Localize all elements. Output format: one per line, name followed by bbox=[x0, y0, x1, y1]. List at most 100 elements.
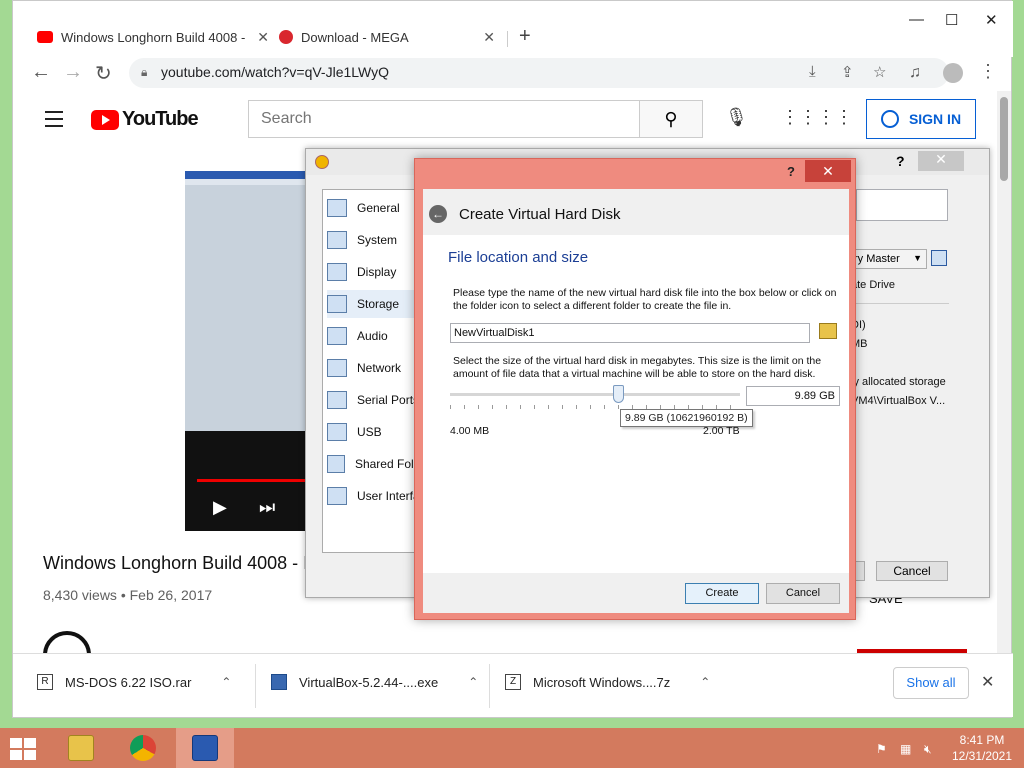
category-label: Display bbox=[357, 265, 397, 279]
folder-icon[interactable] bbox=[819, 323, 837, 339]
disk-chooser-icon[interactable] bbox=[931, 250, 947, 266]
cancel-button[interactable]: Cancel bbox=[766, 583, 840, 604]
sign-in-button[interactable]: SIGN IN bbox=[866, 99, 976, 139]
download-item[interactable]: VirtualBox-5.2.44-....exe ⌃ bbox=[271, 674, 478, 690]
forward-arrow-icon[interactable]: → bbox=[63, 61, 83, 84]
create-disk-dialog: ? ✕ ← Create Virtual Hard Disk File loca… bbox=[414, 158, 856, 620]
tab-close-icon[interactable]: ✕ bbox=[483, 29, 495, 46]
size-slider-handle[interactable] bbox=[613, 385, 624, 403]
hamburger-menu-icon[interactable] bbox=[45, 111, 63, 132]
help-icon[interactable]: ? bbox=[787, 164, 795, 179]
rar-file-icon: R bbox=[37, 674, 53, 690]
volume-muted-icon[interactable]: 🔇︎ bbox=[924, 742, 932, 757]
download-item[interactable]: R MS-DOS 6.22 ISO.rar ⌃ bbox=[37, 674, 231, 690]
tab-title: Download - MEGA bbox=[301, 29, 409, 45]
windows-start-icon[interactable] bbox=[10, 738, 38, 760]
wizard-page: File location and size Please type the n… bbox=[423, 235, 849, 573]
back-arrow-icon[interactable]: ← bbox=[429, 205, 447, 223]
close-icon[interactable]: ✕ bbox=[805, 160, 851, 182]
reload-icon[interactable]: ↻ bbox=[95, 61, 112, 86]
dialog-body: ← Create Virtual Hard Disk File location… bbox=[423, 189, 849, 613]
video-title: Windows Longhorn Build 4008 - I bbox=[43, 553, 309, 573]
lock-icon: 🔒︎ bbox=[141, 65, 148, 79]
vbox-settings-icon bbox=[315, 155, 329, 169]
chrome-menu-icon[interactable]: ⋮ bbox=[979, 61, 997, 82]
window-close-icon[interactable]: ✕ bbox=[985, 11, 998, 29]
chrome-icon bbox=[130, 735, 156, 761]
network-icon[interactable]: ▦ bbox=[900, 742, 911, 756]
new-tab-button[interactable]: + bbox=[519, 25, 531, 48]
apps-grid-icon[interactable]: ⋮⋮⋮ bbox=[781, 107, 835, 128]
youtube-play-icon bbox=[91, 109, 119, 130]
tab-youtube[interactable]: Windows Longhorn Build 4008 - ✕ bbox=[37, 23, 269, 51]
profile-avatar-icon[interactable] bbox=[943, 63, 963, 83]
close-icon[interactable]: ✕ bbox=[918, 151, 964, 171]
back-arrow-icon[interactable]: ← bbox=[31, 61, 51, 84]
video-frame bbox=[185, 171, 315, 431]
min-size-label: 4.00 MB bbox=[450, 425, 490, 437]
chevron-up-icon[interactable]: ⌃ bbox=[468, 675, 478, 689]
video-progress-bar[interactable] bbox=[197, 479, 315, 482]
channel-avatar[interactable] bbox=[43, 631, 91, 653]
media-control-icon[interactable]: ♫ bbox=[909, 64, 921, 82]
view-count: 8,430 views bbox=[43, 587, 117, 603]
size-input[interactable]: 9.89 GB bbox=[746, 386, 840, 406]
category-label: General bbox=[357, 201, 400, 215]
virtualbox-icon bbox=[192, 735, 218, 761]
category-label: Storage bbox=[357, 297, 400, 311]
microphone-icon[interactable]: 🎙︎ bbox=[725, 107, 748, 128]
browser-toolbar: ← → ↻ 🔒︎ youtube.com/watch?v=qV-Jle1LWyQ… bbox=[13, 57, 1013, 91]
virtualbox-taskbar[interactable] bbox=[176, 728, 234, 768]
sign-in-label: SIGN IN bbox=[908, 111, 962, 127]
section-heading: File location and size bbox=[448, 249, 589, 266]
address-bar[interactable]: 🔒︎ youtube.com/watch?v=qV-Jle1LWyQ ⤓ ⇪ ☆ bbox=[129, 58, 949, 88]
page-scrollbar[interactable] bbox=[997, 91, 1011, 653]
tab-mega[interactable]: Download - MEGA ✕ bbox=[279, 23, 495, 51]
settings-menu-icon[interactable]: ⋮ bbox=[835, 107, 853, 128]
youtube-wordmark: YouTube bbox=[122, 108, 199, 130]
share-icon[interactable]: ⇪ bbox=[841, 63, 854, 81]
chevron-up-icon[interactable]: ⌃ bbox=[221, 675, 231, 689]
search-input[interactable] bbox=[249, 101, 639, 137]
url-text: youtube.com/watch?v=qV-Jle1LWyQ bbox=[161, 64, 390, 80]
controller-combo[interactable]: ry Master bbox=[849, 249, 927, 269]
name-field[interactable] bbox=[856, 189, 948, 221]
storage-details-text: ly allocated storage bbox=[851, 376, 946, 388]
install-icon[interactable]: ⤓ bbox=[809, 63, 816, 80]
chrome-taskbar[interactable] bbox=[114, 728, 172, 768]
create-button[interactable]: Create bbox=[685, 583, 759, 604]
show-all-button[interactable]: Show all bbox=[893, 667, 969, 699]
minimize-icon[interactable]: — bbox=[909, 11, 924, 28]
next-icon[interactable]: ⏭ bbox=[259, 497, 275, 518]
download-filename: MS-DOS 6.22 ISO.rar bbox=[65, 674, 192, 690]
account-icon bbox=[880, 110, 899, 128]
play-icon[interactable]: ▶ bbox=[213, 497, 227, 518]
cancel-button[interactable]: Cancel bbox=[876, 561, 948, 581]
chevron-up-icon[interactable]: ⌃ bbox=[700, 675, 710, 689]
bookmark-star-icon[interactable]: ☆ bbox=[873, 63, 886, 81]
solid-state-label: ate Drive bbox=[851, 279, 896, 291]
shared-folder-icon bbox=[327, 455, 345, 473]
maximize-icon[interactable]: ☐ bbox=[945, 11, 958, 29]
tab-divider bbox=[507, 31, 508, 47]
7z-file-icon: Z bbox=[505, 674, 521, 690]
action-center-flag-icon[interactable]: ⚑ bbox=[876, 742, 887, 756]
upload-date: Feb 26, 2017 bbox=[129, 587, 213, 603]
file-name-input[interactable]: NewVirtualDisk1 bbox=[450, 323, 810, 343]
size-instructions: Select the size of the virtual hard disk… bbox=[453, 355, 822, 380]
video-player[interactable]: ▶ ⏭ bbox=[185, 171, 315, 531]
category-label: Serial Ports bbox=[357, 393, 420, 407]
tab-close-icon[interactable]: ✕ bbox=[257, 29, 269, 46]
location-instructions: Please type the name of the new virtual … bbox=[453, 287, 837, 312]
file-explorer-icon bbox=[68, 735, 94, 761]
download-item[interactable]: Z Microsoft Windows....7z ⌃ bbox=[505, 674, 710, 690]
size-slider-track[interactable] bbox=[450, 393, 740, 396]
help-icon[interactable]: ? bbox=[896, 153, 905, 169]
scrollbar-thumb[interactable] bbox=[1000, 97, 1008, 181]
system-clock[interactable]: 8:41 PM 12/31/2021 bbox=[948, 732, 1016, 764]
file-explorer-taskbar[interactable] bbox=[52, 728, 110, 768]
youtube-logo[interactable]: YouTube bbox=[91, 108, 199, 131]
close-shelf-icon[interactable]: ✕ bbox=[981, 672, 994, 692]
search-button[interactable]: ⚲ bbox=[639, 100, 703, 138]
search-box[interactable] bbox=[248, 100, 640, 138]
